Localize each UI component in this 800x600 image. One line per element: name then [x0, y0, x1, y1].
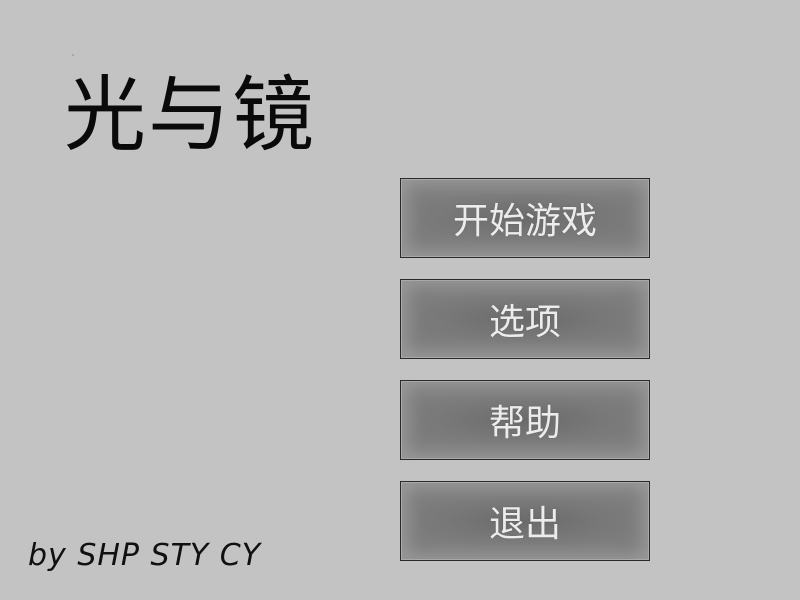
background-speck	[72, 54, 74, 56]
game-title: 光与镜	[64, 68, 317, 163]
main-menu: 开始游戏 选项 帮助 退出	[400, 178, 650, 582]
start-game-button-label: 开始游戏	[452, 201, 597, 242]
quit-button-label: 退出	[488, 504, 561, 545]
options-button-label: 选项	[488, 302, 561, 343]
game-main-menu-screen: 光与镜 开始游戏 选项 帮助 退出 by SHP STY CY	[0, 0, 800, 600]
start-game-button[interactable]: 开始游戏	[400, 178, 650, 258]
help-button-label: 帮助	[488, 403, 561, 444]
quit-button[interactable]: 退出	[400, 481, 650, 561]
credits-text: by SHP STY CY	[28, 538, 262, 573]
options-button[interactable]: 选项	[400, 279, 650, 359]
help-button[interactable]: 帮助	[400, 380, 650, 460]
